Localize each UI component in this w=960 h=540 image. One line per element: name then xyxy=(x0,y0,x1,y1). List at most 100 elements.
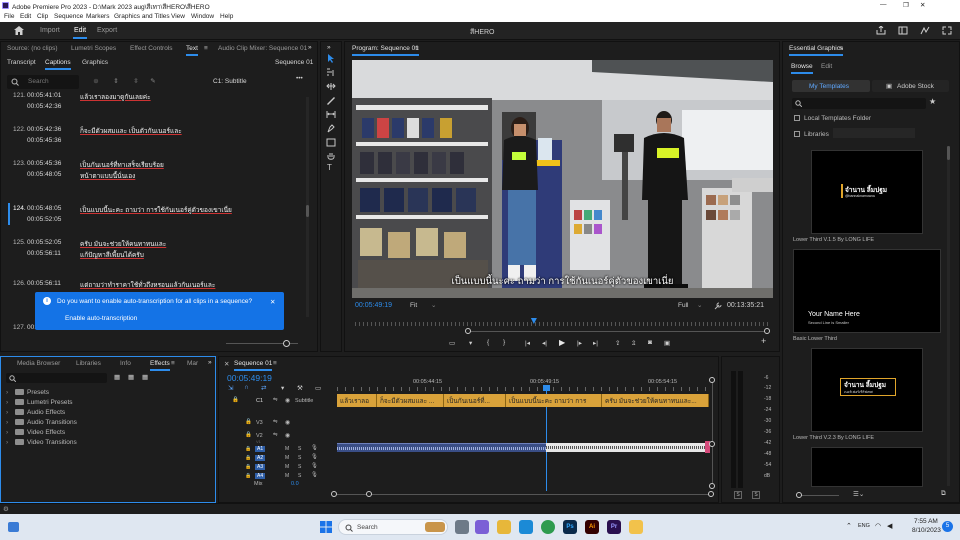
search-box[interactable]: Search xyxy=(7,75,79,89)
more-options-icon[interactable]: ••• xyxy=(296,75,303,82)
range-start-handle[interactable] xyxy=(465,328,471,334)
scroll-start-handle[interactable] xyxy=(331,491,337,497)
progress-icon[interactable] xyxy=(920,26,930,35)
language-indicator[interactable]: ENG xyxy=(858,523,870,529)
template-card[interactable] xyxy=(811,447,923,487)
track-lock-icon[interactable]: 🔒 xyxy=(245,419,252,425)
split-caption-icon[interactable]: ⇕ xyxy=(111,76,121,86)
32bit-effects-icon[interactable]: ▦ xyxy=(128,373,134,381)
tab-media-browser[interactable]: Media Browser xyxy=(17,360,60,367)
folder-lumetri-presets[interactable]: › Lumetri Presets xyxy=(6,397,73,407)
folder-presets[interactable]: › Presets xyxy=(6,387,49,397)
menu-sequence[interactable]: Sequence xyxy=(54,13,83,20)
widgets-icon[interactable] xyxy=(8,522,19,532)
tab-effects[interactable]: Effects xyxy=(150,360,170,371)
voice-over-icon[interactable]: 🎙 xyxy=(311,472,318,478)
comparison-view-icon[interactable]: ▣ xyxy=(664,339,670,347)
edge-icon[interactable] xyxy=(519,520,533,534)
eye-icon[interactable]: ◉ xyxy=(285,397,290,404)
libraries-dropdown[interactable] xyxy=(833,128,915,138)
zoom-select[interactable]: Fit ⌄ xyxy=(409,301,439,311)
track-lock-icon[interactable]: 🔒 xyxy=(245,432,252,438)
subtab-captions[interactable]: Captions xyxy=(45,59,71,70)
playhead-handle[interactable] xyxy=(543,385,550,391)
step-forward-icon[interactable]: |▸ xyxy=(577,339,582,347)
zoom-slider[interactable] xyxy=(226,340,298,347)
mute-button[interactable]: M xyxy=(285,446,289,452)
mute-button[interactable]: M xyxy=(285,473,289,479)
sync-lock-icon[interactable]: ⇋ xyxy=(273,419,278,425)
home-icon[interactable] xyxy=(14,26,24,35)
voice-over-icon[interactable]: 🎙 xyxy=(311,445,318,451)
templates-scrollbar[interactable] xyxy=(947,146,950,486)
pen-tool-icon[interactable] xyxy=(326,124,336,133)
clock-time[interactable]: 7:55 AM xyxy=(914,518,938,525)
paint-icon[interactable] xyxy=(629,520,643,534)
tab-source[interactable]: Source: (no clips) xyxy=(7,45,58,52)
volume-icon[interactable]: ◀ xyxy=(887,522,892,530)
toast-close-button[interactable]: ✕ xyxy=(270,298,275,306)
libraries-checkbox[interactable] xyxy=(794,131,800,137)
tab-info[interactable]: Info xyxy=(120,360,131,367)
panel-menu-icon[interactable]: ≡ xyxy=(839,45,843,52)
range-end-handle[interactable] xyxy=(764,328,770,334)
scroll-thumb[interactable] xyxy=(306,205,309,217)
add-marker-icon[interactable]: ▾ xyxy=(469,339,472,347)
thumb-size-handle[interactable] xyxy=(796,492,802,498)
caption-clip[interactable]: ก็จะมีตัวผสมและ ... xyxy=(377,394,444,407)
workspace-icon[interactable] xyxy=(898,26,908,35)
subtab-graphics[interactable]: Graphics xyxy=(82,59,108,66)
menu-window[interactable]: Window xyxy=(191,13,214,20)
menu-view[interactable]: View xyxy=(171,13,185,20)
captions-icon[interactable]: ▭ xyxy=(315,384,321,392)
go-to-out-icon[interactable]: ▸| xyxy=(593,339,598,347)
panel-menu-icon[interactable]: ≡ xyxy=(204,45,208,52)
yuv-effects-icon[interactable]: ▦ xyxy=(142,373,148,381)
effects-search[interactable] xyxy=(6,373,107,383)
star-favorites-icon[interactable]: ★ xyxy=(929,97,936,106)
close-sequence-icon[interactable]: ✕ xyxy=(224,360,229,368)
mute-button[interactable]: M xyxy=(285,455,289,461)
play-icon[interactable]: ▶ xyxy=(559,338,565,347)
zoom-slider-handle[interactable] xyxy=(283,340,290,347)
menu-clip[interactable]: Clip xyxy=(37,13,48,20)
caption-clip[interactable]: ครับ มันจะช่วยให้คนทาทนและ... xyxy=(602,394,709,407)
file-explorer-icon[interactable] xyxy=(497,520,511,534)
tab-effect-controls[interactable]: Effect Controls xyxy=(130,45,173,52)
panel-menu-icon[interactable]: ≡ xyxy=(171,360,175,367)
menu-graphics[interactable]: Graphics and Titles xyxy=(114,13,170,20)
mark-out-icon[interactable]: } xyxy=(503,339,505,346)
more-tabs-icon[interactable]: » xyxy=(308,44,312,51)
scroll-far-handle[interactable] xyxy=(708,491,714,497)
template-card[interactable]: จำนาน ลิ้มปฐม เบอร์เฟอร์เซิร์ฟเทศ xyxy=(811,348,923,432)
razor-tool-icon[interactable] xyxy=(326,96,336,105)
caption-item[interactable]: 123. 00:05:45:36 00:05:48:05 เป็นกันเนอร… xyxy=(1,158,309,188)
folder-audio-effects[interactable]: › Audio Effects xyxy=(6,407,65,417)
edit-caption-icon[interactable]: ✎ xyxy=(148,76,158,86)
tab-text[interactable]: Text xyxy=(186,45,198,56)
nest-icon[interactable]: ⇲ xyxy=(228,384,233,392)
subtab-transcript[interactable]: Transcript xyxy=(7,59,36,66)
my-templates-button[interactable]: My Templates xyxy=(792,80,870,92)
ripple-edit-tool-icon[interactable] xyxy=(326,82,336,91)
task-view-icon[interactable] xyxy=(455,520,469,534)
chat-icon[interactable] xyxy=(475,520,489,534)
timeline-hscroll[interactable] xyxy=(331,491,714,497)
sync-lock-icon[interactable]: ⇋ xyxy=(273,397,278,403)
solo-button[interactable]: S xyxy=(298,473,301,479)
vscroll-handle[interactable] xyxy=(709,441,715,447)
mute-button[interactable]: M xyxy=(285,464,289,470)
merge-caption-icon[interactable]: ⇳ xyxy=(131,76,141,86)
snap-icon[interactable]: ∩ xyxy=(244,384,249,391)
vscroll-handle[interactable] xyxy=(709,377,715,383)
settings-wrench-icon[interactable] xyxy=(714,302,722,310)
tab-libraries[interactable]: Libraries xyxy=(76,360,101,367)
tab-export[interactable]: Export xyxy=(97,27,117,34)
caption-item[interactable]: 121. 00:05:41:01 00:05:42:36 แล้วเราลองม… xyxy=(1,92,309,120)
caption-clip[interactable]: แล้วเราลอ xyxy=(337,394,377,407)
quality-select[interactable]: Full ⌄ xyxy=(677,301,711,311)
meter-solo-right[interactable]: S xyxy=(752,491,760,499)
go-to-in-icon[interactable]: |◂ xyxy=(525,339,530,347)
mark-in-icon[interactable]: { xyxy=(487,339,489,346)
extract-icon[interactable]: ⇫ xyxy=(631,339,636,347)
